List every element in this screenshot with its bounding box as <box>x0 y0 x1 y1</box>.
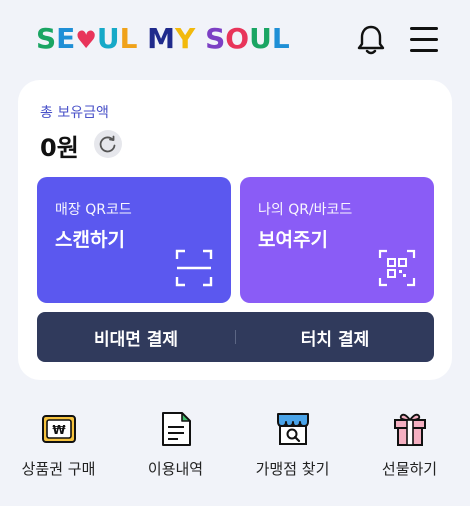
logo-letter: L <box>119 22 138 55</box>
scan-tile-subtitle: 매장 QR코드 <box>55 202 132 218</box>
svg-text:₩: ₩ <box>52 423 66 437</box>
quick-item-history[interactable]: 이용내역 <box>117 404 234 494</box>
touch-payment-button[interactable]: 터치 결제 <box>236 312 434 362</box>
logo-letter <box>137 22 147 55</box>
show-my-qr-button[interactable]: 나의 QR/바코드 보여주기 <box>240 177 434 303</box>
payment-bar: 비대면 결제 터치 결제 <box>37 312 434 362</box>
balance-value: 0원 <box>40 134 79 162</box>
show-tile-subtitle: 나의 QR/바코드 <box>258 202 353 218</box>
quick-item-label: 선물하기 <box>381 460 438 478</box>
scan-tile-title: 스캔하기 <box>55 229 125 251</box>
document-list-icon <box>162 412 191 446</box>
quick-menu: ₩ 상품권 구매 이용내역 가맹점 찾기 선물하기 <box>0 404 470 494</box>
quick-item-label: 상품권 구매 <box>21 460 96 478</box>
quick-item-gift[interactable]: 선물하기 <box>351 404 468 494</box>
logo-letter: ♥ <box>75 26 97 54</box>
logo-letter: S <box>205 22 226 55</box>
quick-item-buy-voucher[interactable]: ₩ 상품권 구매 <box>0 404 117 494</box>
scan-store-qr-button[interactable]: 매장 QR코드 스캔하기 <box>37 177 231 303</box>
qr-code-icon <box>378 249 416 287</box>
voucher-won-icon: ₩ <box>42 415 76 443</box>
refresh-icon[interactable] <box>94 130 122 158</box>
logo-letter: O <box>225 22 250 55</box>
quick-item-label: 이용내역 <box>147 460 204 478</box>
store-search-icon <box>277 413 309 445</box>
logo-letter <box>195 22 205 55</box>
balance-label: 총 보유금액 <box>40 105 109 121</box>
quick-item-label: 가맹점 찾기 <box>255 460 330 478</box>
logo-letter: E <box>56 22 76 55</box>
scan-frame-icon <box>175 249 213 287</box>
wallet-card: 총 보유금액 0원 매장 QR코드 스캔하기 나의 QR/바코드 보여주기 비대… <box>18 80 452 380</box>
logo-letter: U <box>249 22 272 55</box>
logo-letter: S <box>36 22 57 55</box>
hamburger-menu-icon[interactable] <box>410 27 438 53</box>
show-tile-title: 보여주기 <box>258 229 328 251</box>
logo-letter: Y <box>175 22 196 55</box>
logo-letter: U <box>96 22 120 55</box>
top-bar: SE♥UL MY SOUL <box>0 0 470 80</box>
quick-item-find-store[interactable]: 가맹점 찾기 <box>234 404 351 494</box>
seoul-my-soul-logo[interactable]: SE♥UL MY SOUL <box>36 22 290 55</box>
gift-icon <box>394 413 426 446</box>
logo-letter: L <box>271 22 290 55</box>
contactless-payment-button[interactable]: 비대면 결제 <box>37 312 235 362</box>
logo-letter: M <box>147 22 176 55</box>
bell-icon[interactable] <box>356 24 386 56</box>
